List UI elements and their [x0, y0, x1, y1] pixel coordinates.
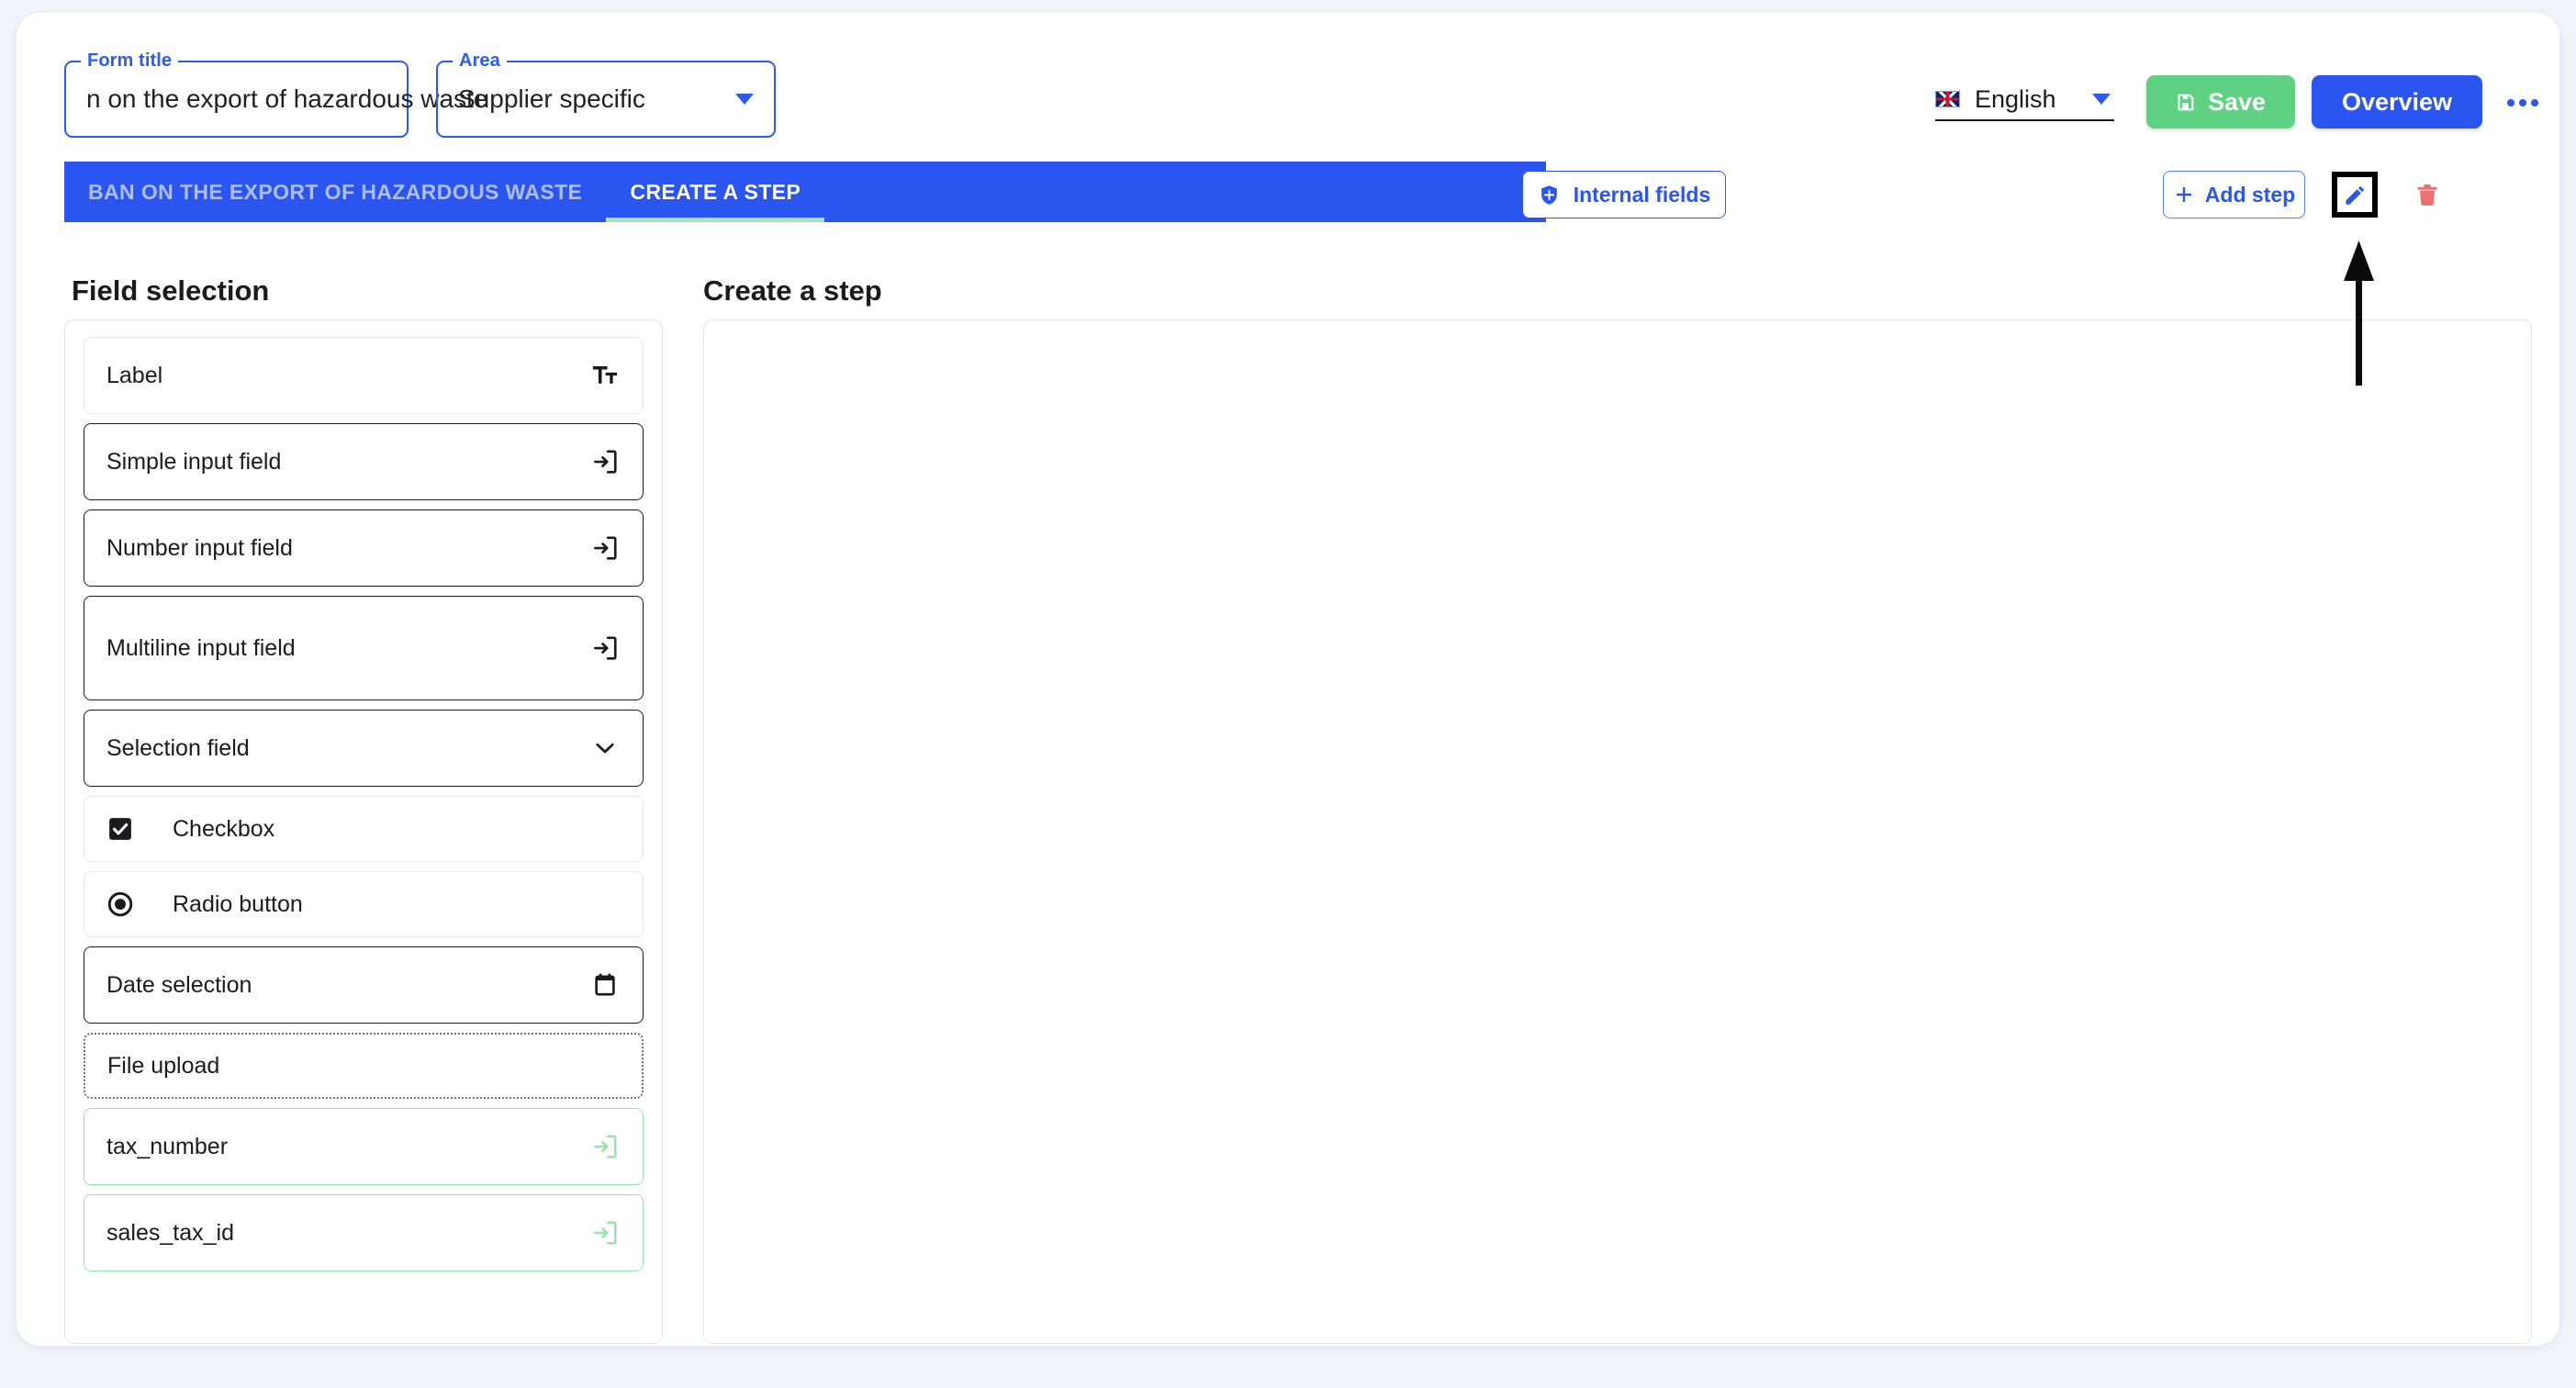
area-legend: Area — [453, 50, 507, 71]
field-item-label: Date selection — [106, 971, 252, 998]
chevron-down-icon — [591, 734, 619, 762]
app-card: Form title n on the export of hazardous … — [17, 13, 2559, 1346]
language-label: English — [1975, 84, 2056, 113]
input-arrow-icon — [591, 634, 619, 662]
field-item-icon — [591, 1133, 619, 1160]
field-item-icon — [591, 448, 619, 476]
input-arrow-icon — [591, 448, 619, 476]
shield-icon — [1538, 184, 1561, 207]
field-item-label: Label — [106, 362, 163, 388]
field-item-label: Radio button — [173, 890, 303, 917]
overview-button[interactable]: Overview — [2312, 75, 2482, 129]
field-item-icon — [591, 971, 619, 999]
more-menu-button[interactable] — [2504, 84, 2541, 121]
save-button[interactable]: Save — [2146, 75, 2295, 129]
delete-step-button[interactable] — [2408, 176, 2447, 215]
uk-flag-icon — [1935, 91, 1960, 107]
tab-create-a-step-label: CREATE A STEP — [630, 179, 801, 204]
area-value: Supplier specific — [458, 84, 645, 113]
create-step-title: Create a step — [703, 274, 882, 307]
area-select[interactable]: Area Supplier specific — [436, 50, 776, 138]
field-item-label: Simple input field — [106, 448, 282, 475]
field-item[interactable]: Selection field — [84, 710, 644, 787]
field-item[interactable]: Label — [84, 337, 644, 414]
add-step-button[interactable]: Add step — [2163, 171, 2305, 218]
field-item[interactable]: sales_tax_id — [84, 1194, 644, 1271]
ellipsis-icon — [2507, 99, 2514, 106]
field-item-icon — [591, 634, 619, 662]
form-title-field[interactable]: Form title n on the export of hazardous … — [64, 50, 487, 138]
input-arrow-icon — [591, 1133, 619, 1160]
pencil-icon — [2343, 183, 2368, 207]
field-selection-title: Field selection — [72, 274, 270, 307]
field-list: Label Simple input field Number input fiel… — [84, 337, 644, 1271]
input-arrow-icon — [591, 534, 619, 562]
field-item[interactable]: tax_number — [84, 1108, 644, 1185]
field-item[interactable]: Radio button — [84, 871, 644, 937]
field-item-label: Number input field — [106, 534, 293, 561]
field-item[interactable]: Date selection — [84, 946, 644, 1024]
calendar-icon — [591, 971, 619, 999]
field-item[interactable]: Checkbox — [84, 796, 644, 862]
field-item-label: Multiline input field — [106, 634, 296, 661]
trash-icon — [2414, 182, 2441, 209]
field-item-icon — [591, 1219, 619, 1247]
ellipsis-icon — [2531, 99, 2538, 106]
tab-strip: BAN ON THE EXPORT OF HAZARDOUS WASTE CRE… — [64, 162, 1546, 222]
chevron-down-icon — [735, 94, 754, 105]
tab-create-a-step[interactable]: CREATE A STEP — [606, 162, 824, 222]
tab-form[interactable]: BAN ON THE EXPORT OF HAZARDOUS WASTE — [64, 162, 606, 222]
tab-form-label: BAN ON THE EXPORT OF HAZARDOUS WASTE — [88, 179, 583, 204]
radio-selected-icon — [106, 890, 134, 918]
field-item[interactable]: Multiline input field — [84, 596, 644, 700]
floppy-disk-icon — [2176, 93, 2195, 112]
field-item-label: tax_number — [106, 1133, 229, 1159]
internal-fields-label: Internal fields — [1573, 182, 1711, 207]
field-item[interactable]: Simple input field — [84, 423, 644, 500]
overview-button-label: Overview — [2341, 87, 2453, 116]
text-format-icon — [591, 362, 619, 389]
field-item-label: sales_tax_id — [106, 1219, 234, 1246]
plus-icon — [2173, 184, 2195, 206]
language-picker[interactable]: English — [1935, 79, 2114, 121]
top-bar: Form title n on the export of hazardous … — [17, 13, 2559, 154]
edit-step-button[interactable] — [2332, 172, 2378, 218]
checkbox-checked-icon — [106, 815, 134, 843]
form-title-value: n on the export of hazardous waste — [86, 84, 488, 113]
field-selection-panel: Label Simple input field Number input fiel… — [64, 319, 663, 1344]
save-button-label: Save — [2207, 87, 2267, 116]
chevron-down-icon — [2092, 94, 2111, 105]
field-item-label: Checkbox — [173, 815, 275, 842]
field-item-label: Selection field — [106, 734, 250, 761]
ellipsis-icon — [2519, 99, 2526, 106]
input-arrow-icon — [591, 1219, 619, 1247]
field-item-icon — [591, 362, 619, 389]
field-item-icon — [591, 734, 619, 762]
field-item[interactable]: Number input field — [84, 509, 644, 587]
field-item-label: File upload — [107, 1052, 220, 1079]
internal-fields-button[interactable]: Internal fields — [1522, 171, 1726, 218]
field-item-icon — [591, 534, 619, 562]
create-step-canvas[interactable] — [703, 319, 2532, 1344]
form-title-legend: Form title — [81, 50, 179, 71]
add-step-label: Add step — [2204, 182, 2296, 207]
field-item[interactable]: File upload — [84, 1033, 644, 1099]
